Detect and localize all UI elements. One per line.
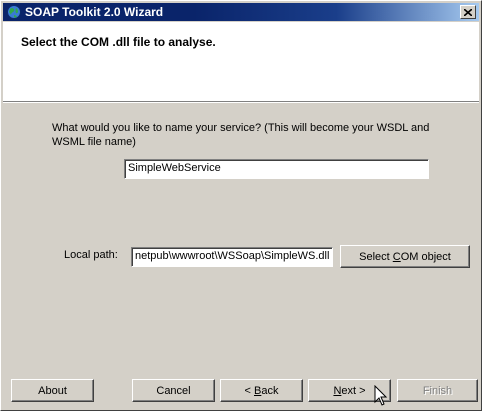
title-bar[interactable]: SOAP Toolkit 2.0 Wizard	[3, 3, 479, 21]
window-title: SOAP Toolkit 2.0 Wizard	[25, 5, 164, 19]
select-com-label-pre: Select	[359, 250, 393, 263]
next-rest: ext >	[341, 384, 366, 397]
back-prefix: <	[244, 384, 254, 397]
local-path-label: Local path:	[64, 249, 118, 261]
select-com-mnemonic: C	[392, 250, 401, 263]
local-path-input[interactable]: netpub\wwwroot\WSSoap\SimpleWS.dll	[131, 247, 333, 267]
back-mnemonic: B	[254, 384, 262, 397]
next-mnemonic: N	[333, 384, 342, 397]
wizard-window: SOAP Toolkit 2.0 Wizard Select the COM .…	[0, 0, 482, 411]
finish-label: Finish	[422, 384, 453, 397]
close-icon	[464, 8, 472, 16]
header-panel: Select the COM .dll file to analyse.	[3, 22, 479, 102]
back-rest: ack	[261, 384, 279, 397]
about-button[interactable]: About	[11, 379, 94, 402]
close-button[interactable]	[460, 5, 476, 19]
back-button[interactable]: < Back	[220, 379, 303, 402]
finish-button[interactable]: Finish	[397, 379, 478, 402]
select-com-object-button[interactable]: Select C OM object	[340, 245, 470, 268]
service-name-prompt: What would you like to name your service…	[52, 122, 430, 148]
mouse-pointer-icon	[374, 385, 388, 406]
cancel-button[interactable]: Cancel	[132, 379, 215, 402]
service-name-input[interactable]: SimpleWebService	[124, 159, 429, 179]
select-com-label-post: OM object	[400, 250, 451, 263]
header-divider	[3, 102, 479, 103]
about-label: About	[38, 384, 67, 397]
cancel-label: Cancel	[156, 384, 191, 397]
page-instruction: Select the COM .dll file to analyse.	[21, 35, 216, 49]
soap-toolkit-globe-icon	[7, 5, 21, 19]
